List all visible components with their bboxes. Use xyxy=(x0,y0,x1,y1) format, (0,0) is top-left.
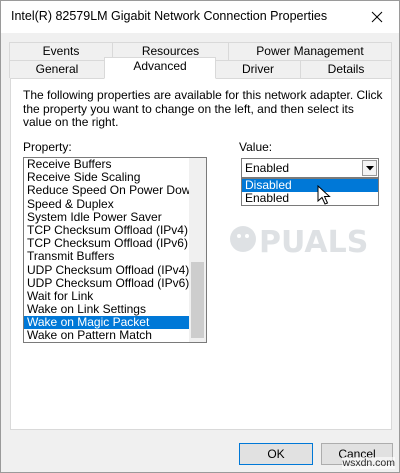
value-option[interactable]: Enabled xyxy=(242,192,378,205)
value-combobox-text: Enabled xyxy=(245,161,290,175)
tab-driver[interactable]: Driver xyxy=(215,60,301,78)
property-scrollbar[interactable] xyxy=(189,158,206,342)
value-dropdown-button[interactable] xyxy=(362,160,377,176)
value-dropdown-list: Disabled Enabled xyxy=(241,178,379,206)
scrollbar-thumb[interactable] xyxy=(191,262,204,338)
tab-details[interactable]: Details xyxy=(300,60,392,78)
property-list-item[interactable]: Wake on Pattern Match xyxy=(24,329,190,342)
property-listbox[interactable]: Receive Buffers Receive Side Scaling Reduc… xyxy=(23,157,207,343)
property-list-item[interactable]: Transmit Buffers xyxy=(24,250,190,263)
properties-dialog: Intel(R) 82579LM Gigabit Network Connect… xyxy=(0,0,400,473)
value-label: Value: xyxy=(239,140,273,154)
property-list-item[interactable]: Speed & Duplex xyxy=(24,197,190,211)
property-list: Receive Buffers Receive Side Scaling Reduc… xyxy=(24,158,197,342)
window-title: Intel(R) 82579LM Gigabit Network Connect… xyxy=(11,9,328,23)
close-button[interactable] xyxy=(355,1,399,33)
tab-advanced[interactable]: Advanced xyxy=(104,57,216,79)
value-combobox[interactable]: Enabled xyxy=(241,158,379,178)
tab-power-management[interactable]: Power Management xyxy=(228,42,392,60)
footer-site-text: wsxdn.com xyxy=(342,457,395,469)
close-icon xyxy=(371,11,383,23)
mouse-cursor-icon xyxy=(317,185,331,205)
tab-general[interactable]: General xyxy=(9,60,105,78)
title-bar: Intel(R) 82579LM Gigabit Network Connect… xyxy=(1,1,399,33)
property-label: Property: xyxy=(23,140,72,154)
chevron-down-icon xyxy=(366,166,374,171)
property-list-item[interactable]: UDP Checksum Offload (IPv4) xyxy=(24,263,190,277)
property-list-item[interactable]: System Idle Power Saver xyxy=(24,210,190,224)
property-list-item[interactable]: UDP Checksum Offload (IPv6) xyxy=(24,276,190,290)
description-text: The following properties are available f… xyxy=(23,88,383,129)
property-list-item[interactable]: Reduce Speed On Power Down xyxy=(24,184,197,197)
tab-events[interactable]: Events xyxy=(9,42,113,60)
ok-button[interactable]: OK xyxy=(239,443,313,465)
